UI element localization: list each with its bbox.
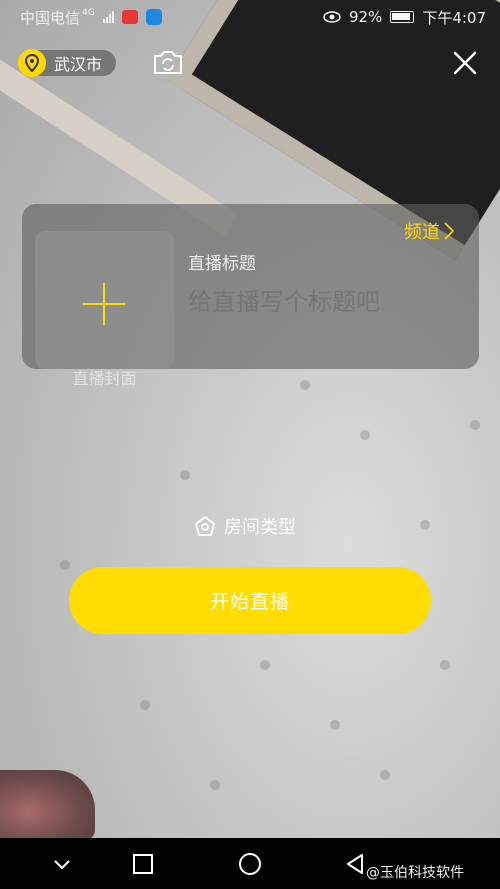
- cover-label: 直播封面: [72, 369, 137, 388]
- status-bar: 中国电信 4G 92% 下午4:07: [0, 0, 500, 34]
- channel-label: 频道: [404, 222, 440, 243]
- title-input[interactable]: [188, 288, 468, 316]
- eye-icon: [323, 11, 341, 23]
- home-icon: [195, 516, 215, 536]
- signal-icon: [102, 11, 114, 23]
- video-app-icon: [121, 10, 138, 24]
- room-type-selector[interactable]: 房间类型: [194, 513, 296, 539]
- cover-upload-button[interactable]: 直播封面: [35, 231, 174, 388]
- room-type-label: 房间类型: [224, 517, 296, 538]
- battery-percent: 92%: [348, 8, 383, 26]
- carrier-label: 中国电信: [20, 8, 81, 27]
- watermark: @玉伯科技软件: [366, 865, 464, 881]
- location-selector[interactable]: 武汉市: [18, 49, 117, 77]
- preview-finger: [0, 770, 95, 838]
- start-live-button[interactable]: 开始直播: [69, 567, 431, 634]
- network-label: 4G: [82, 8, 95, 18]
- security-app-icon: [145, 9, 162, 25]
- recent-apps-icon[interactable]: [131, 852, 155, 876]
- location-pin-icon: [18, 49, 46, 77]
- live-info-card: 直播封面 直播标题 频道: [22, 204, 479, 388]
- camera-preview: [0, 0, 500, 838]
- location-label: 武汉市: [54, 55, 103, 74]
- close-icon: [453, 51, 477, 75]
- chevron-right-icon: [444, 222, 454, 240]
- camera-switch-icon: [154, 51, 182, 74]
- plus-icon: [83, 283, 125, 325]
- close-button[interactable]: [452, 50, 478, 76]
- camera-switch-button[interactable]: [152, 48, 184, 76]
- title-label: 直播标题: [188, 254, 256, 274]
- chevron-down-icon[interactable]: [50, 852, 74, 876]
- back-icon[interactable]: [343, 852, 367, 876]
- clock: 下午4:07: [422, 8, 486, 27]
- home-button-icon[interactable]: [238, 852, 262, 876]
- channel-selector[interactable]: 频道: [404, 218, 454, 244]
- battery-icon: [390, 11, 415, 23]
